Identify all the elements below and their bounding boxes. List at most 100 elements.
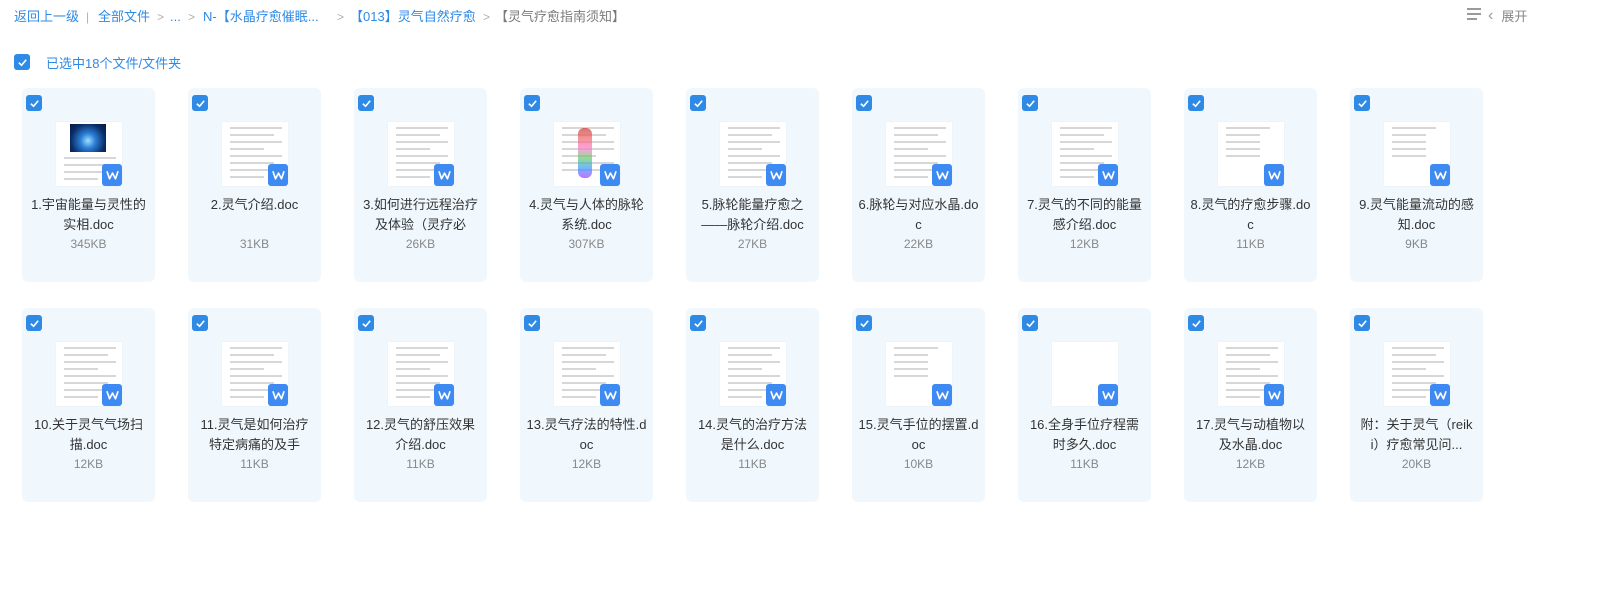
word-doc-icon: [102, 384, 122, 406]
file-checkbox[interactable]: [1188, 95, 1204, 111]
file-card[interactable]: 7.灵气的不同的能量感介绍.doc 12KB: [1018, 88, 1151, 282]
file-card[interactable]: 3.如何进行远程治疗及体验（灵疗必 26KB: [354, 88, 487, 282]
file-size: 10KB: [903, 457, 934, 471]
chakra-figure: [578, 128, 592, 178]
file-card[interactable]: 10.关于灵气气场扫描.doc 12KB: [22, 308, 155, 502]
word-doc-icon: [1430, 384, 1450, 406]
file-name: 7.灵气的不同的能量感介绍.doc: [1027, 197, 1142, 232]
file-name: 17.灵气与动植物以及水晶.doc: [1195, 417, 1306, 452]
file-checkbox[interactable]: [358, 95, 374, 111]
file-size: 12KB: [1235, 457, 1266, 471]
breadcrumb-current: 【灵气疗愈指南须知】: [495, 9, 626, 24]
file-checkbox[interactable]: [524, 315, 540, 331]
breadcrumb-separator: >: [157, 10, 165, 24]
file-card[interactable]: 2.灵气介绍.doc 31KB: [188, 88, 321, 282]
file-card[interactable]: 13.灵气疗法的特性.doc 12KB: [520, 308, 653, 502]
breadcrumb: 返回上一级 | 全部文件 > ... > N-【水晶疗愈催眠... > 【013…: [0, 0, 1604, 34]
file-name: 5.脉轮能量疗愈之——脉轮介绍.doc: [701, 197, 804, 232]
breadcrumb-separator: >: [337, 10, 345, 24]
file-grid: 1.宇宙能量与灵性的实相.doc 345KB 2.灵气介绍.doc 31KB 3.如何进…: [22, 88, 1483, 502]
file-checkbox[interactable]: [524, 95, 540, 111]
back-link[interactable]: 返回上一级: [14, 9, 79, 25]
file-checkbox[interactable]: [1354, 95, 1370, 111]
file-size: 345KB: [70, 237, 107, 251]
file-size: 12KB: [1069, 237, 1100, 251]
file-card[interactable]: 16.全身手位疗程需时多久.doc 11KB: [1018, 308, 1151, 502]
word-doc-icon: [1264, 164, 1284, 186]
file-name: 附：关于灵气（reiki）疗愈常见问...: [1360, 417, 1473, 452]
cosmic-image: [70, 124, 106, 152]
file-name: 13.灵气疗法的特性.doc: [526, 417, 647, 452]
file-checkbox[interactable]: [856, 315, 872, 331]
file-name: 15.灵气手位的摆置.doc: [858, 417, 979, 452]
file-size: 27KB: [737, 237, 768, 251]
file-card[interactable]: 1.宇宙能量与灵性的实相.doc 345KB: [22, 88, 155, 282]
file-size: 11KB: [1070, 457, 1099, 471]
file-name: 12.灵气的舒压效果介绍.doc: [365, 417, 476, 452]
file-name: 2.灵气介绍.doc: [210, 197, 299, 212]
word-doc-icon: [932, 384, 952, 406]
file-name: 16.全身手位疗程需时多久.doc: [1029, 417, 1140, 452]
list-view-icon[interactable]: [1467, 8, 1481, 22]
selection-count-label: 已选中18个文件/文件夹: [46, 55, 182, 71]
word-doc-icon: [268, 164, 288, 186]
word-doc-icon: [766, 384, 786, 406]
file-name: 6.脉轮与对应水晶.doc: [858, 197, 979, 232]
file-card[interactable]: 4.灵气与人体的脉轮系统.doc 307KB: [520, 88, 653, 282]
word-doc-icon: [268, 384, 288, 406]
file-checkbox[interactable]: [1188, 315, 1204, 331]
select-all-row: 已选中18个文件/文件夹: [14, 53, 181, 71]
file-size: 12KB: [73, 457, 104, 471]
file-card[interactable]: 8.灵气的疗愈步骤.doc 11KB: [1184, 88, 1317, 282]
file-name: 10.关于灵气气场扫描.doc: [33, 417, 144, 452]
breadcrumb-folder-reiki[interactable]: 【013】灵气自然疗愈: [350, 9, 476, 25]
word-doc-icon: [600, 384, 620, 406]
breadcrumb-separator: >: [188, 10, 196, 24]
file-checkbox[interactable]: [358, 315, 374, 331]
file-checkbox[interactable]: [26, 315, 42, 331]
file-name: 3.如何进行远程治疗及体验（灵疗必: [363, 197, 478, 232]
breadcrumb-folder-crystal[interactable]: N-【水晶疗愈催眠...: [203, 9, 319, 25]
file-name: 9.灵气能量流动的感知.doc: [1359, 197, 1474, 232]
file-checkbox[interactable]: [1022, 315, 1038, 331]
file-size: 9KB: [1405, 237, 1428, 251]
file-size: 31KB: [239, 237, 270, 251]
word-doc-icon: [932, 164, 952, 186]
file-checkbox[interactable]: [192, 95, 208, 111]
word-doc-icon: [434, 164, 454, 186]
file-name: 1.宇宙能量与灵性的实相.doc: [31, 197, 146, 232]
file-checkbox[interactable]: [1354, 315, 1370, 331]
file-checkbox[interactable]: [1022, 95, 1038, 111]
file-checkbox[interactable]: [690, 95, 706, 111]
expand-button[interactable]: ‹ 展开: [1488, 6, 1527, 25]
file-card[interactable]: 15.灵气手位的摆置.doc 10KB: [852, 308, 985, 502]
file-checkbox[interactable]: [26, 95, 42, 111]
expand-label: 展开: [1501, 9, 1528, 24]
file-size: 12KB: [571, 457, 602, 471]
file-card[interactable]: 12.灵气的舒压效果介绍.doc 11KB: [354, 308, 487, 502]
word-doc-icon: [600, 164, 620, 186]
file-card[interactable]: 14.灵气的治疗方法是什么.doc 11KB: [686, 308, 819, 502]
file-size: 20KB: [1401, 457, 1432, 471]
file-size: 22KB: [903, 237, 934, 251]
file-checkbox[interactable]: [690, 315, 706, 331]
file-card[interactable]: 11.灵气是如何治疗特定病痛的及手 11KB: [188, 308, 321, 502]
file-card[interactable]: 17.灵气与动植物以及水晶.doc 12KB: [1184, 308, 1317, 502]
file-size: 11KB: [406, 457, 435, 471]
word-doc-icon: [1264, 384, 1284, 406]
file-card[interactable]: 5.脉轮能量疗愈之——脉轮介绍.doc 27KB: [686, 88, 819, 282]
file-size: 11KB: [738, 457, 767, 471]
file-card[interactable]: 9.灵气能量流动的感知.doc 9KB: [1350, 88, 1483, 282]
file-card[interactable]: 附：关于灵气（reiki）疗愈常见问... 20KB: [1350, 308, 1483, 502]
breadcrumb-all-files[interactable]: 全部文件: [98, 9, 150, 25]
file-name: 14.灵气的治疗方法是什么.doc: [697, 417, 808, 452]
breadcrumb-ellipsis[interactable]: ...: [170, 9, 181, 25]
file-checkbox[interactable]: [192, 315, 208, 331]
file-checkbox[interactable]: [856, 95, 872, 111]
word-doc-icon: [1098, 384, 1118, 406]
select-all-checkbox[interactable]: [14, 54, 30, 70]
file-card[interactable]: 6.脉轮与对应水晶.doc 22KB: [852, 88, 985, 282]
file-size: 26KB: [405, 237, 436, 251]
breadcrumb-divider: |: [86, 10, 90, 24]
chevron-left-icon: ‹: [1488, 6, 1494, 24]
